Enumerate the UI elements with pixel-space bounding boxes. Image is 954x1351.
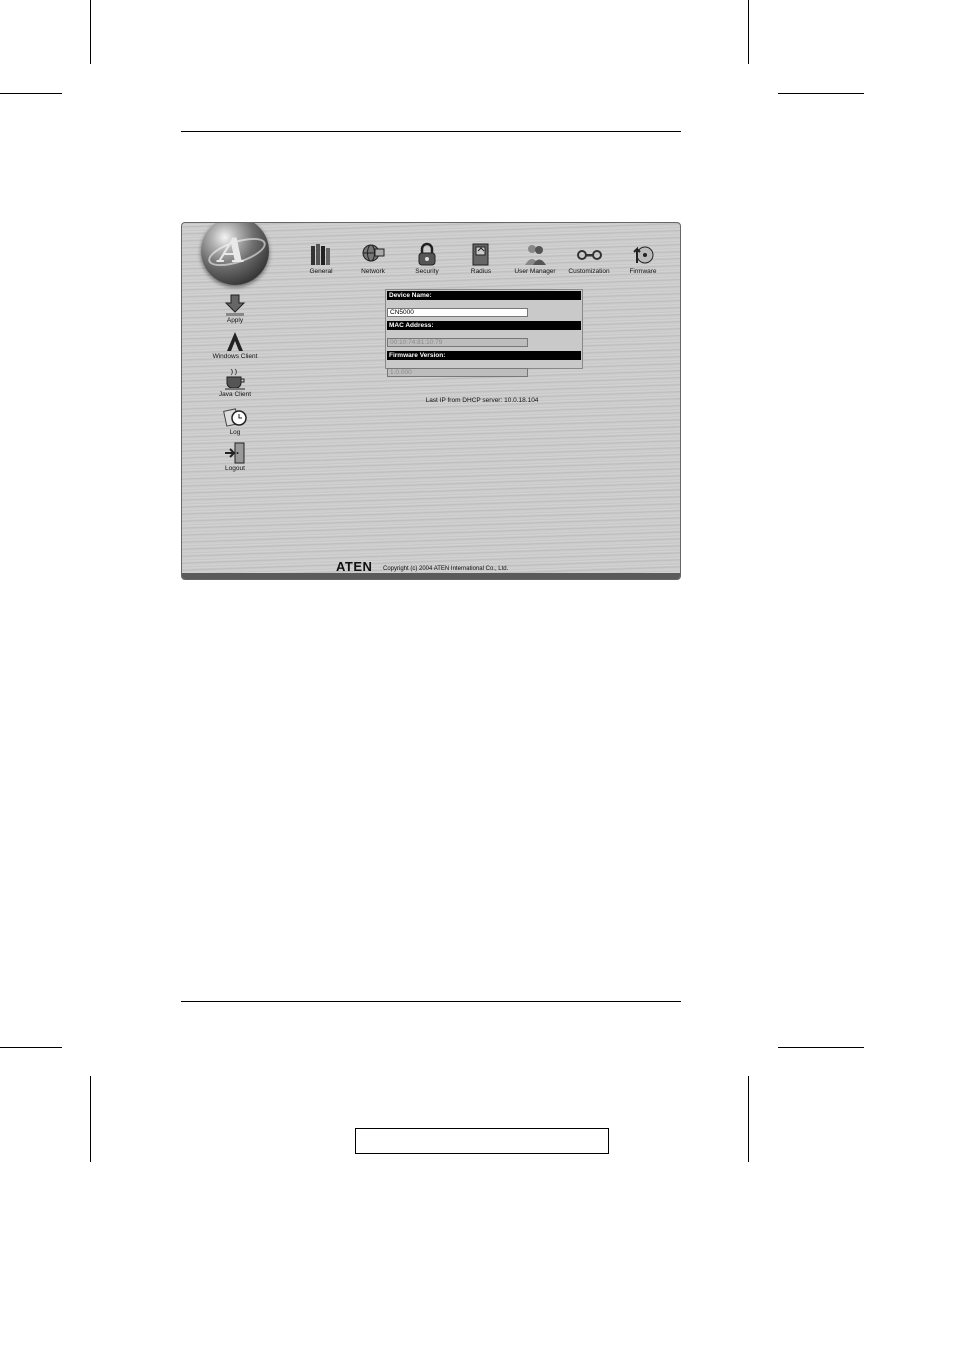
caption-box — [355, 1128, 609, 1154]
nav-security-label: Security — [415, 268, 439, 275]
padlock-icon — [418, 242, 436, 266]
side-logout-label: Logout — [225, 465, 245, 472]
crop-mark — [0, 1047, 62, 1048]
side-windows-client-label: Windows Client — [212, 353, 258, 360]
crop-mark — [778, 1047, 864, 1048]
side-java-client[interactable]: Java Client — [202, 367, 268, 398]
crop-mark — [748, 1076, 749, 1162]
nav-customization-label: Customization — [568, 268, 610, 275]
users-icon — [525, 245, 546, 265]
wrench-icon — [577, 250, 602, 260]
mac-address-label: MAC Address: — [387, 321, 581, 330]
crop-mark — [90, 0, 91, 64]
nav-customization[interactable]: Customization — [562, 241, 616, 275]
header-rule — [181, 131, 681, 132]
dhcp-status-text: Last IP from DHCP server: 10.0.18.104 — [425, 397, 539, 404]
nav-network[interactable]: Network — [346, 241, 400, 275]
logo-glyph: A — [219, 231, 246, 271]
nav-general-label: General — [309, 268, 333, 275]
side-java-client-label: Java Client — [218, 391, 252, 398]
books-icon — [311, 244, 330, 265]
crop-mark — [778, 93, 864, 94]
nav-security[interactable]: Security — [400, 241, 454, 275]
nav-firmware-label: Firmware — [629, 268, 657, 275]
side-logout[interactable]: Logout — [202, 441, 268, 472]
nav-radius-label: Radius — [470, 268, 492, 275]
firmware-version-field — [387, 368, 528, 377]
side-log[interactable]: Log — [202, 405, 268, 436]
device-info-form: Device Name: MAC Address: Firmware Versi… — [385, 289, 583, 377]
firmware-version-label: Firmware Version: — [387, 351, 581, 360]
apply-arrow-icon — [224, 294, 246, 316]
java-cup-icon — [225, 368, 245, 390]
aten-logo-ball-icon: A — [201, 223, 269, 285]
globe-network-icon — [362, 244, 385, 262]
nav-radius[interactable]: Radius — [454, 241, 508, 275]
aten-brand-logo: ATEN — [336, 559, 373, 574]
nav-user-manager-label: User Manager — [514, 268, 556, 275]
logout-door-icon — [225, 442, 245, 464]
footer-rule — [181, 1001, 681, 1002]
log-clock-icon — [223, 408, 247, 427]
copyright-text: Copyright (c) 2004 ATEN International Co… — [383, 566, 509, 572]
windows-client-icon — [227, 332, 243, 351]
device-name-label: Device Name: — [387, 291, 581, 300]
side-apply-label: Apply — [226, 317, 244, 324]
crop-mark — [748, 0, 749, 64]
crop-mark — [0, 93, 62, 94]
side-log-label: Log — [229, 429, 241, 436]
side-apply[interactable]: Apply — [202, 293, 268, 324]
nav-user-manager[interactable]: User Manager — [508, 241, 562, 275]
device-name-input[interactable] — [387, 308, 528, 317]
nav-firmware[interactable]: Firmware — [616, 241, 670, 275]
app-window: A General Network Security Radius User M… — [181, 222, 681, 580]
side-windows-client[interactable]: Windows Client — [202, 329, 268, 360]
crop-mark — [90, 1076, 91, 1162]
nav-network-label: Network — [361, 268, 385, 275]
radius-server-icon — [472, 243, 489, 266]
mac-address-field — [387, 338, 528, 347]
firmware-disk-icon — [633, 246, 654, 264]
top-navigation: General Network Security Radius User Man… — [294, 241, 674, 281]
nav-general[interactable]: General — [294, 241, 348, 275]
